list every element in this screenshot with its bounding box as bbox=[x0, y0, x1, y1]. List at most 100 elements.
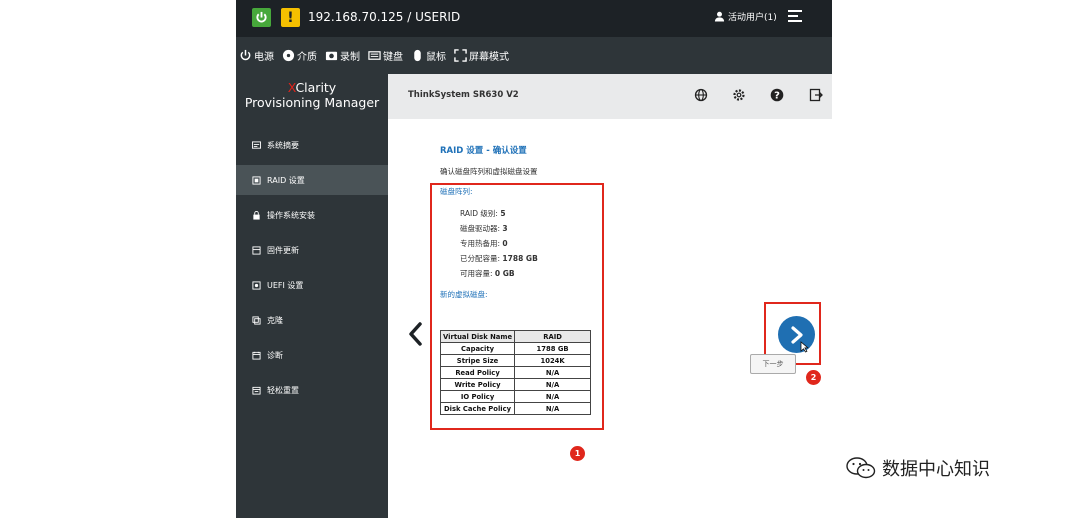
help-icon[interactable]: ? bbox=[770, 88, 784, 102]
power-icon bbox=[240, 49, 251, 61]
table-row: Capacity 1788 GB bbox=[439, 342, 592, 355]
sidebar-item-label: UEFI 设置 bbox=[267, 280, 304, 290]
diagnostics-icon bbox=[252, 351, 261, 360]
power-menu[interactable]: 电源 bbox=[239, 48, 274, 63]
table-cell: N/A bbox=[514, 402, 592, 415]
mouse-icon bbox=[414, 49, 421, 62]
camera-icon bbox=[325, 51, 338, 61]
record-menu-label: 录制 bbox=[340, 52, 360, 63]
table-row: Write Policy N/A bbox=[439, 378, 592, 391]
record-menu[interactable]: 录制 bbox=[325, 48, 360, 63]
sidebar: XClarity Provisioning Manager 系统摘要 RAID … bbox=[236, 74, 388, 518]
disc-icon bbox=[282, 49, 295, 62]
power-status-icon[interactable] bbox=[252, 8, 271, 27]
watermark: 数据中心知识 bbox=[846, 455, 990, 481]
fullscreen-icon bbox=[454, 49, 467, 62]
sidebar-item-label: 诊断 bbox=[267, 350, 283, 360]
table-row: Read Policy N/A bbox=[439, 366, 592, 379]
mouse-cursor-icon bbox=[800, 341, 809, 353]
table-cell: N/A bbox=[514, 390, 592, 403]
sidebar-item-firmware[interactable]: 固件更新 bbox=[236, 235, 388, 265]
annotation-badge-1: 1 bbox=[570, 446, 585, 461]
content-header: ThinkSystem SR630 V2 ? bbox=[388, 74, 832, 119]
virtual-disk-table: Virtual Disk Name RAID Capacity 1788 GB S… bbox=[439, 330, 592, 415]
annotation-badge-2: 2 bbox=[806, 370, 821, 385]
clone-icon bbox=[252, 315, 261, 325]
sidebar-item-os-install[interactable]: 操作系统安装 bbox=[236, 200, 388, 230]
table-cell: Read Policy bbox=[439, 366, 516, 379]
brand-logo: XClarity Provisioning Manager bbox=[236, 80, 388, 110]
watermark-text: 数据中心知识 bbox=[882, 459, 990, 480]
media-menu[interactable]: 介质 bbox=[282, 48, 317, 63]
table-row: IO Policy N/A bbox=[439, 390, 592, 403]
next-step-button[interactable]: 下一步 bbox=[750, 354, 796, 374]
media-menu-label: 介质 bbox=[297, 52, 317, 63]
brand-name: Clarity bbox=[295, 80, 337, 95]
mouse-menu-label: 鼠标 bbox=[426, 52, 446, 63]
sidebar-item-diagnostics[interactable]: 诊断 bbox=[236, 340, 388, 370]
sidebar-item-raid[interactable]: RAID 设置 bbox=[236, 165, 388, 195]
table-header: Virtual Disk Name bbox=[439, 330, 516, 343]
keyboard-icon bbox=[368, 51, 381, 60]
sidebar-item-label: 固件更新 bbox=[267, 245, 299, 255]
table-header: RAID bbox=[514, 330, 592, 343]
warning-icon[interactable]: ! bbox=[281, 8, 300, 27]
user-icon bbox=[714, 11, 725, 22]
svg-text:?: ? bbox=[774, 91, 780, 102]
host-address: 192.168.70.125 / USERID bbox=[308, 10, 461, 24]
raid-icon bbox=[252, 175, 261, 185]
active-users-label: 活动用户(1) bbox=[728, 13, 777, 23]
table-header-row: Virtual Disk Name RAID bbox=[439, 330, 592, 343]
gear-icon[interactable] bbox=[732, 88, 746, 102]
sidebar-item-label: 操作系统安装 bbox=[267, 210, 315, 220]
sidebar-item-label: RAID 设置 bbox=[267, 175, 305, 185]
sidebar-item-label: 克隆 bbox=[267, 315, 283, 325]
app-window: ! 192.168.70.125 / USERID 活动用户(1) 电源 介质 … bbox=[236, 0, 832, 518]
array-drives: 磁盘驱动器: 3 bbox=[460, 224, 508, 233]
active-users[interactable]: 活动用户(1) bbox=[714, 10, 777, 23]
sidebar-item-uefi[interactable]: UEFI 设置 bbox=[236, 270, 388, 300]
keyboard-menu-label: 键盘 bbox=[383, 52, 403, 63]
table-cell: N/A bbox=[514, 378, 592, 391]
mouse-menu[interactable]: 鼠标 bbox=[411, 48, 446, 63]
keyboard-menu[interactable]: 键盘 bbox=[368, 48, 403, 63]
previous-chevron-icon[interactable] bbox=[406, 321, 424, 347]
table-cell: Capacity bbox=[439, 342, 516, 355]
menu-icon[interactable] bbox=[788, 10, 802, 24]
firmware-icon bbox=[252, 245, 261, 255]
globe-icon[interactable] bbox=[694, 88, 708, 102]
array-allocated: 已分配容量: 1788 GB bbox=[460, 254, 538, 263]
brand-subtitle: Provisioning Manager bbox=[244, 95, 380, 110]
reset-icon bbox=[252, 386, 261, 395]
wechat-icon bbox=[846, 457, 876, 479]
page-subtitle: 确认磁盘阵列和虚拟磁盘设置 bbox=[440, 167, 538, 176]
table-cell: 1024K bbox=[514, 354, 592, 367]
sidebar-item-label: 轻松重置 bbox=[267, 385, 299, 395]
table-cell: Write Policy bbox=[439, 378, 516, 391]
table-cell: Stripe Size bbox=[439, 354, 516, 367]
main-content: RAID 设置 - 确认设置 确认磁盘阵列和虚拟磁盘设置 磁盘阵列: RAID … bbox=[388, 119, 832, 518]
next-button[interactable] bbox=[778, 316, 815, 353]
page-title: RAID 设置 - 确认设置 bbox=[440, 146, 527, 156]
vdisk-section-label: 新的虚拟磁盘: bbox=[440, 290, 488, 299]
array-hot-spare: 专用热备用: 0 bbox=[460, 239, 508, 248]
sidebar-item-reset[interactable]: 轻松重置 bbox=[236, 375, 388, 405]
sidebar-item-summary[interactable]: 系统摘要 bbox=[236, 130, 388, 160]
table-cell: IO Policy bbox=[439, 390, 516, 403]
summary-icon bbox=[252, 140, 261, 149]
toolbar: 电源 介质 录制 键盘 鼠标 屏幕模式 bbox=[236, 37, 832, 74]
screen-mode-menu-label: 屏幕模式 bbox=[469, 52, 509, 63]
array-section-label: 磁盘阵列: bbox=[440, 187, 473, 196]
screen-mode-menu[interactable]: 屏幕模式 bbox=[454, 48, 509, 63]
logout-icon[interactable] bbox=[809, 88, 823, 102]
sidebar-item-clone[interactable]: 克隆 bbox=[236, 305, 388, 335]
os-install-icon bbox=[253, 210, 260, 220]
table-cell: 1788 GB bbox=[514, 342, 592, 355]
table-row: Disk Cache Policy N/A bbox=[439, 402, 592, 415]
table-row: Stripe Size 1024K bbox=[439, 354, 592, 367]
table-cell: Disk Cache Policy bbox=[439, 402, 516, 415]
uefi-icon bbox=[252, 280, 261, 290]
array-available: 可用容量: 0 GB bbox=[460, 269, 515, 278]
array-raid-level: RAID 级别: 5 bbox=[460, 209, 506, 218]
sidebar-item-label: 系统摘要 bbox=[267, 140, 299, 150]
